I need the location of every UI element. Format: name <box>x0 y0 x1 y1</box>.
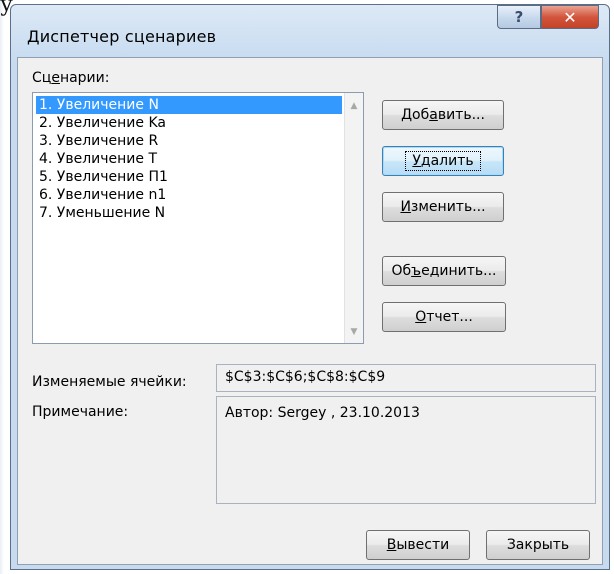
scenario-list-item[interactable]: 6. Увеличение n1 <box>36 186 342 204</box>
scroll-up-arrow-icon[interactable]: ▲ <box>345 97 363 115</box>
dialog-content: Сценарии: 1. Увеличение N 2. Увеличение K… <box>17 57 603 565</box>
edit-scenario-button[interactable]: Изменить... <box>382 192 504 222</box>
delete-button-label: Удалить <box>405 151 481 171</box>
show-scenario-button[interactable]: Вывести <box>366 530 470 560</box>
scenario-list-item[interactable]: 4. Увеличение T <box>36 150 342 168</box>
scroll-down-arrow-icon[interactable]: ▼ <box>345 323 363 341</box>
scenario-list-item[interactable]: 1. Увеличение N <box>36 96 342 114</box>
title-bar[interactable]: Диспетчер сценариев ? ✕ <box>11 5 609 57</box>
scenario-list-item[interactable]: 7. Уменьшение N <box>36 204 342 222</box>
close-window-button[interactable]: ✕ <box>541 5 599 29</box>
changing-cells-field: $C$3:$C$6;$C$8:$C$9 <box>216 364 596 392</box>
comment-field: Автор: Sergey , 23.10.2013 <box>216 396 596 504</box>
scenario-list-item[interactable]: 5. Увеличение П1 <box>36 168 342 186</box>
scenarios-list[interactable]: 1. Увеличение N 2. Увеличение Ka 3. Увелич… <box>32 92 364 344</box>
add-scenario-button[interactable]: Добавить... <box>382 100 504 130</box>
help-button[interactable]: ? <box>497 5 541 29</box>
merge-button-label: Объединить... <box>391 263 497 279</box>
scenarios-list-items: 1. Увеличение N 2. Увеличение Ka 3. Увелич… <box>36 96 342 222</box>
page: у. Диспетчер сценариев ? ✕ Сценарии: 1. … <box>0 0 614 574</box>
question-mark-icon: ? <box>514 8 524 26</box>
close-button-label: Закрыть <box>506 537 570 553</box>
scenario-manager-dialog: Диспетчер сценариев ? ✕ Сценарии: 1. Уве… <box>10 4 610 570</box>
merge-scenarios-button[interactable]: Объединить... <box>382 256 506 286</box>
show-button-label: Вывести <box>386 537 450 553</box>
scenario-list-item[interactable]: 3. Увеличение R <box>36 132 342 150</box>
close-dialog-button[interactable]: Закрыть <box>486 530 590 560</box>
comment-label: Примечание: <box>32 404 129 420</box>
delete-scenario-button[interactable]: Удалить <box>382 146 504 176</box>
edit-button-label: Изменить... <box>400 199 486 215</box>
scenario-list-item[interactable]: 2. Увеличение Ka <box>36 114 342 132</box>
window-title: Диспетчер сценариев <box>27 27 217 46</box>
report-button-label: Отчет... <box>415 309 473 325</box>
scenarios-scrollbar[interactable]: ▲ ▼ <box>344 93 363 343</box>
close-icon: ✕ <box>563 7 577 27</box>
changing-cells-label: Изменяемые ячейки: <box>32 374 187 390</box>
add-button-label: Добавить... <box>401 107 485 123</box>
scenarios-label: Сценарии: <box>32 70 110 86</box>
report-button[interactable]: Отчет... <box>382 302 506 332</box>
background-edge <box>0 0 4 574</box>
